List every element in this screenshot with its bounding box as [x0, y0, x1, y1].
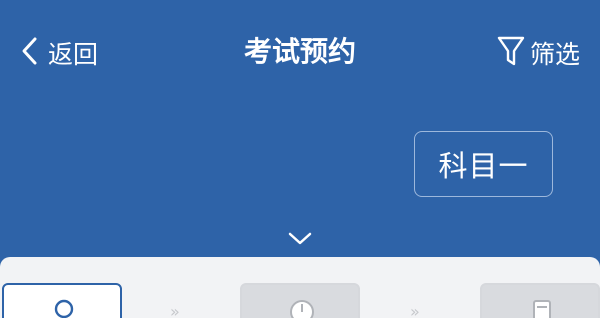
- step-time[interactable]: [240, 283, 360, 318]
- step-document[interactable]: [480, 283, 600, 318]
- subject-label: 科目一: [438, 149, 529, 183]
- step-user[interactable]: [2, 283, 122, 318]
- step-arrow: »: [410, 302, 420, 318]
- filter-label: 筛选: [529, 40, 580, 69]
- step-arrow: »: [170, 302, 180, 318]
- subject-selector-button[interactable]: 科目一: [414, 131, 553, 197]
- chevron-down-icon[interactable]: [286, 230, 314, 248]
- header-bar: 返回 考试预约 筛选: [0, 0, 600, 104]
- funnel-icon: [496, 34, 526, 72]
- filter-button[interactable]: 筛选: [496, 33, 580, 73]
